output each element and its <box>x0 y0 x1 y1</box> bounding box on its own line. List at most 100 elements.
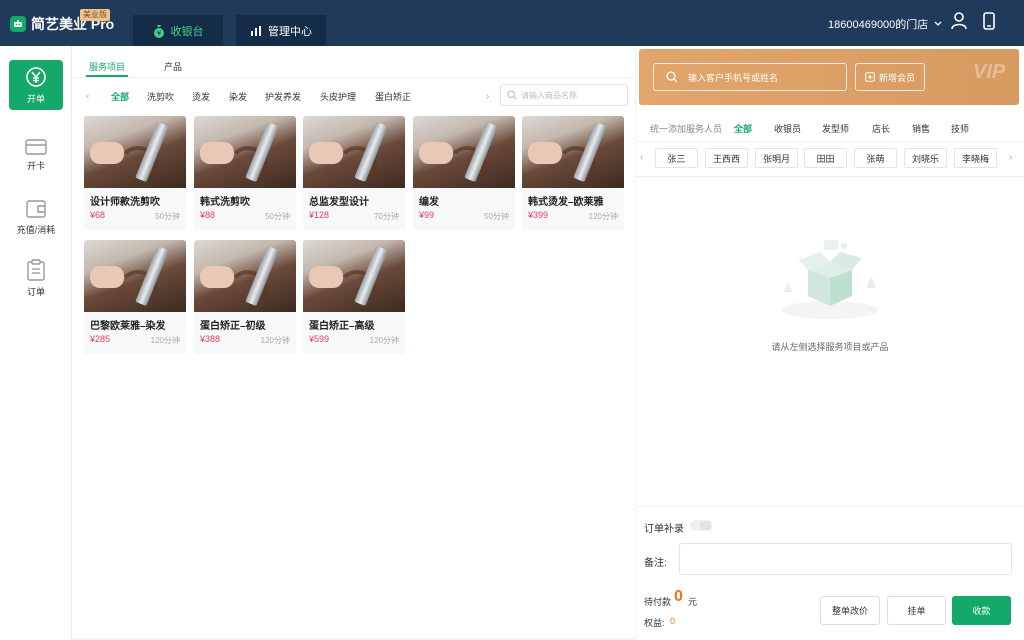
service-image <box>303 240 405 312</box>
service-image <box>84 240 186 312</box>
edition-badge: 美业版 <box>80 9 110 21</box>
category-protein-correction[interactable]: 蛋白矫正 <box>375 90 411 103</box>
logo-icon <box>10 16 26 32</box>
empty-box-illustration <box>774 232 886 325</box>
staff-chip[interactable]: 张三 <box>655 148 698 168</box>
divider <box>636 506 1024 507</box>
staff-chip[interactable]: 田田 <box>804 148 847 168</box>
service-name: 韩式烫发–欧莱雅 <box>528 197 604 208</box>
role-cashier[interactable]: 收银员 <box>774 122 801 135</box>
service-image <box>303 116 405 188</box>
service-card[interactable]: 韩式烫发–欧莱雅 ¥399 120分钟 <box>522 116 624 230</box>
service-name: 蛋白矫正–初级 <box>200 321 266 332</box>
service-name: 韩式洗剪吹 <box>200 197 250 208</box>
service-duration: 50分钟 <box>265 212 290 221</box>
category-hair-care[interactable]: 护发养发 <box>265 90 301 103</box>
sidebar-item-recharge[interactable]: 充值/消耗 <box>9 192 63 242</box>
service-duration: 120分钟 <box>150 336 180 345</box>
vip-watermark: VIP <box>973 61 1006 83</box>
change-price-button[interactable]: 整单改价 <box>820 596 880 625</box>
store-selector[interactable]: 18600469000的门店 <box>828 16 942 32</box>
service-image <box>522 116 624 188</box>
service-price: ¥599 <box>309 334 330 344</box>
service-duration: 120分钟 <box>369 336 399 345</box>
payable-unit: 元 <box>688 597 698 607</box>
store-name: 18600469000的门店 <box>828 19 929 31</box>
service-name: 总监发型设计 <box>309 197 369 208</box>
service-price: ¥388 <box>200 334 221 344</box>
service-image <box>194 116 296 188</box>
role-all[interactable]: 全部 <box>734 122 752 135</box>
chevron-left-icon[interactable]: ‹ <box>640 152 643 163</box>
sidebar-item-label: 开单 <box>26 93 45 104</box>
service-duration: 120分钟 <box>588 212 618 221</box>
category-wash-cut-blow[interactable]: 洗剪吹 <box>147 90 174 103</box>
staff-chip[interactable]: 张明月 <box>755 148 798 168</box>
member-search-placeholder: 输入客户手机号或姓名 <box>688 72 779 83</box>
add-member-button[interactable]: 新增会员 <box>855 63 925 91</box>
phone-icon[interactable] <box>983 12 995 33</box>
nav-cashier-label: 收银台 <box>170 25 204 38</box>
remark-label: 备注: <box>644 558 667 569</box>
staff-chip[interactable]: 李晓梅 <box>954 148 997 168</box>
clipboard-icon <box>27 258 45 281</box>
chevron-left-icon[interactable]: ‹ <box>86 91 89 102</box>
service-name: 巴黎欧莱雅–染发 <box>90 321 166 332</box>
service-duration: 120分钟 <box>260 336 290 345</box>
staff-chip[interactable]: 张萌 <box>854 148 897 168</box>
empty-state-text: 请从左侧选择服务项目或产品 <box>771 342 889 352</box>
search-icon <box>507 90 517 100</box>
service-name: 编发 <box>419 197 439 208</box>
remark-input[interactable] <box>679 543 1012 575</box>
sidebar-item-open-order[interactable]: 开单 <box>9 60 63 110</box>
service-duration: 50分钟 <box>155 212 180 221</box>
chevron-right-icon[interactable]: › <box>1009 152 1012 163</box>
catalog-panel: 服务项目 产品 ‹ 全部 洗剪吹 烫发 染发 护发养发 头皮护理 蛋白矫正 › … <box>72 46 635 638</box>
role-manager[interactable]: 店长 <box>872 122 890 135</box>
category-perm[interactable]: 烫发 <box>192 90 210 103</box>
tab-products[interactable]: 产品 <box>164 60 182 73</box>
service-price: ¥128 <box>309 210 330 220</box>
collect-payment-button[interactable]: 收款 <box>952 596 1011 625</box>
category-dye[interactable]: 染发 <box>229 90 247 103</box>
staff-role-bar: 统一添加服务人员 全部 收银员 发型师 店长 销售 技师 <box>636 118 1024 142</box>
product-search-input[interactable]: 请输入商品名称 <box>500 84 628 106</box>
service-card[interactable]: 蛋白矫正–高级 ¥599 120分钟 <box>303 240 405 354</box>
staff-chip[interactable]: 王西西 <box>705 148 748 168</box>
service-price: ¥88 <box>200 210 216 220</box>
category-all[interactable]: 全部 <box>111 90 129 103</box>
service-card[interactable]: 设计师款洗剪吹 ¥68 50分钟 <box>84 116 186 230</box>
category-scalp-care[interactable]: 头皮护理 <box>320 90 356 103</box>
sidebar-item-orders[interactable]: 订单 <box>9 253 63 303</box>
service-price: ¥285 <box>90 334 111 344</box>
service-card[interactable]: 总监发型设计 ¥128 70分钟 <box>303 116 405 230</box>
service-name: 设计师款洗剪吹 <box>90 197 160 208</box>
staff-label: 统一添加服务人员 <box>650 124 723 134</box>
member-card: 输入客户手机号或姓名 新增会员 VIP <box>639 49 1019 105</box>
sidebar-item-open-card[interactable]: 开卡 <box>9 130 63 180</box>
tab-services[interactable]: 服务项目 <box>89 60 125 73</box>
service-card[interactable]: 韩式洗剪吹 ¥88 50分钟 <box>194 116 296 230</box>
role-stylist[interactable]: 发型师 <box>822 122 849 135</box>
add-user-icon <box>865 72 875 82</box>
chart-icon <box>250 25 262 37</box>
service-card[interactable]: 蛋白矫正–初级 ¥388 120分钟 <box>194 240 296 354</box>
service-image <box>84 116 186 188</box>
card-icon <box>25 138 47 155</box>
order-supplement-toggle[interactable] <box>690 520 712 531</box>
member-search-input[interactable]: 输入客户手机号或姓名 <box>653 63 847 91</box>
staff-chip[interactable]: 刘晓乐 <box>904 148 947 168</box>
role-technician[interactable]: 技师 <box>951 122 969 135</box>
nav-admin[interactable]: 管理中心 <box>236 15 326 46</box>
user-icon[interactable] <box>951 12 967 33</box>
chevron-right-icon[interactable]: › <box>486 91 489 102</box>
role-sales[interactable]: 销售 <box>912 122 930 135</box>
service-card[interactable]: 编发 ¥99 50分钟 <box>413 116 515 230</box>
hold-order-button[interactable]: 挂单 <box>887 596 946 625</box>
sidebar-item-label: 开卡 <box>26 160 45 171</box>
service-card[interactable]: 巴黎欧莱雅–染发 ¥285 120分钟 <box>84 240 186 354</box>
equity-label: 权益: <box>644 618 665 628</box>
service-price: ¥99 <box>419 210 435 220</box>
search-icon <box>666 71 678 83</box>
nav-cashier[interactable]: ¥ 收银台 <box>133 15 223 46</box>
